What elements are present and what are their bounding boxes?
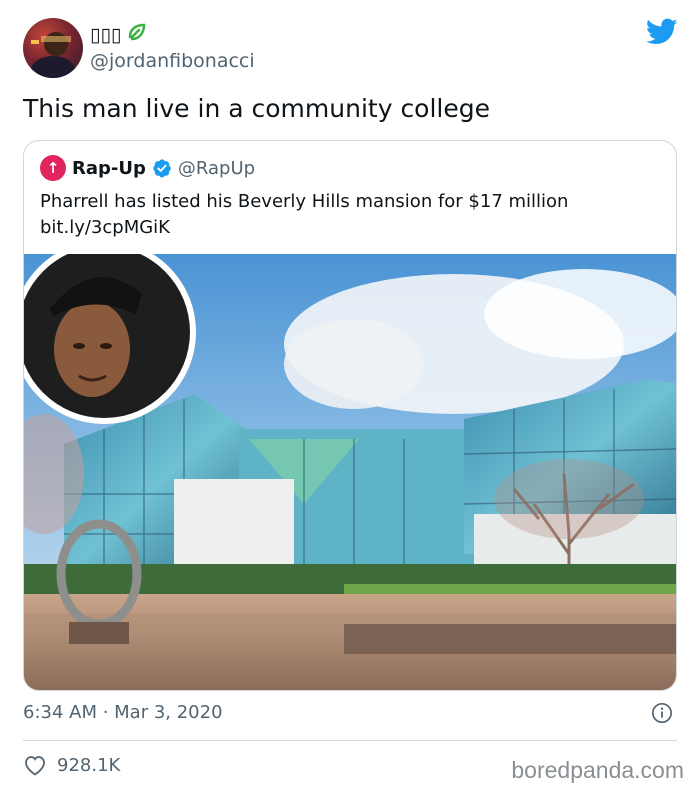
- mansion-photo[interactable]: [24, 254, 677, 691]
- quoted-tweet-header: ↑ Rap-Up @RapUp: [40, 155, 255, 181]
- quoted-handle[interactable]: @RapUp: [178, 158, 255, 179]
- tweet-text: This man live in a community college: [23, 94, 491, 123]
- tweet-timestamp[interactable]: 6:34 AM · Mar 3, 2020: [23, 702, 223, 723]
- author-display-name[interactable]: ▯▯▯: [90, 22, 147, 47]
- quoted-display-name[interactable]: Rap-Up: [72, 158, 146, 179]
- twitter-bird-icon: [646, 18, 678, 44]
- like-button[interactable]: 928.1K: [23, 754, 120, 776]
- leaf-emoji-icon: [127, 22, 147, 47]
- like-count: 928.1K: [57, 754, 121, 776]
- quoted-tweet-text: Pharrell has listed his Beverly Hills ma…: [40, 189, 568, 241]
- author-avatar[interactable]: [23, 18, 83, 78]
- divider: [23, 740, 677, 741]
- quoted-tweet-card[interactable]: ↑ Rap-Up @RapUp Pharrell has listed his …: [23, 140, 677, 691]
- rapup-logo-icon: ↑: [40, 155, 66, 181]
- author-handle[interactable]: @jordanfibonacci: [90, 50, 255, 72]
- quoted-text-line: Pharrell has listed his Beverly Hills ma…: [40, 191, 569, 212]
- quoted-link[interactable]: bit.ly/3cpMGiK: [40, 215, 568, 241]
- heart-icon: [25, 756, 45, 776]
- boredpanda-watermark: boredpanda.com: [511, 757, 684, 783]
- info-icon[interactable]: [651, 702, 673, 724]
- verified-badge-icon: [153, 159, 171, 178]
